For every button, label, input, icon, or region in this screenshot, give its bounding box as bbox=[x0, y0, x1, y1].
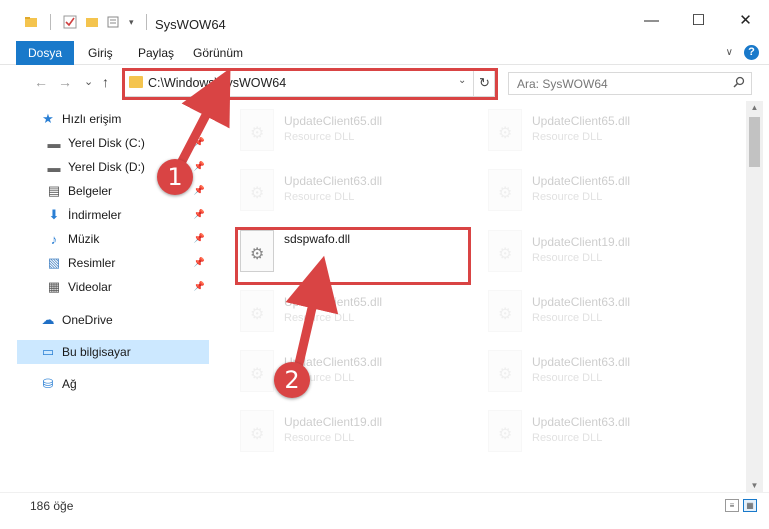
arrow-2 bbox=[285, 255, 339, 373]
step-2-badge: 2 bbox=[274, 362, 310, 398]
step-1-badge: 1 bbox=[157, 159, 193, 195]
arrow-1 bbox=[175, 68, 231, 170]
annotation-arrows bbox=[175, 68, 339, 373]
